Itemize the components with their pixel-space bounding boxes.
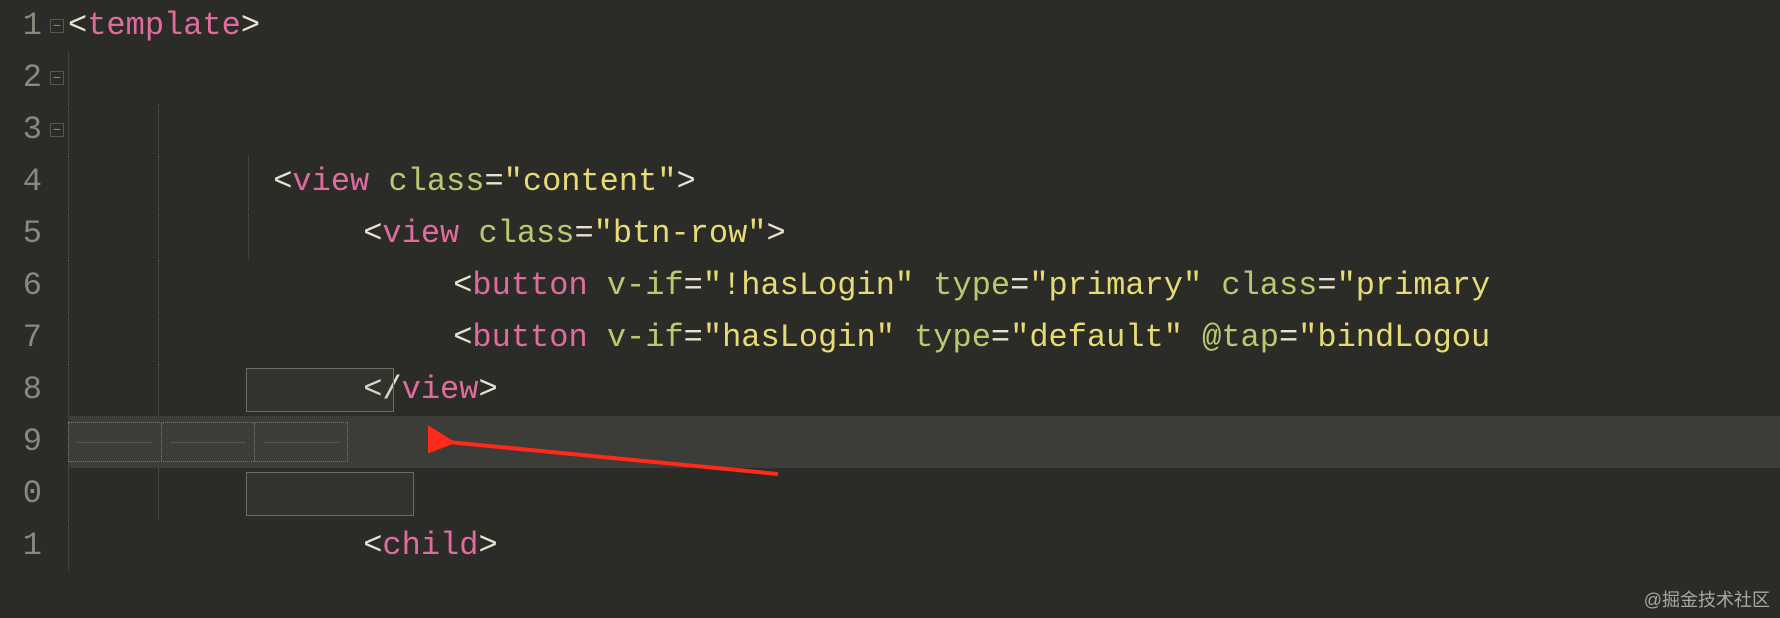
whitespace-indicator <box>68 422 348 462</box>
code-line[interactable]: <button v-if="hasLogin" type="default" @… <box>68 208 1780 260</box>
line-number: 7 <box>0 312 42 364</box>
code-editor[interactable]: 1 2 3 4 5 6 7 8 9 0 1 − − − <template> <… <box>0 0 1780 618</box>
code-line[interactable]: <template> <box>68 0 1780 52</box>
tag-match-highlight <box>246 472 414 516</box>
code-line[interactable]: </child> <box>68 468 1780 520</box>
line-number: 2 <box>0 52 42 104</box>
code-area[interactable]: <template> <view class="content"> <view … <box>68 0 1780 618</box>
bracket: < <box>68 7 87 44</box>
code-line[interactable]: <view class="content"> <box>68 52 1780 104</box>
code-line[interactable]: <child> <box>68 364 1780 416</box>
code-line[interactable]: <button v-if="!hasLogin" type="primary" … <box>68 156 1780 208</box>
line-number: 0 <box>0 468 42 520</box>
code-line[interactable] <box>68 312 1780 364</box>
code-line-current[interactable] <box>68 416 1780 468</box>
line-number: 1 <box>0 0 42 52</box>
line-number-gutter: 1 2 3 4 5 6 7 8 9 0 1 <box>0 0 48 618</box>
line-number: 4 <box>0 156 42 208</box>
fold-toggle-icon[interactable]: − <box>50 71 64 85</box>
tag-match-highlight <box>246 368 394 412</box>
line-number: 6 <box>0 260 42 312</box>
tag-name: template <box>87 7 241 44</box>
code-line[interactable]: <view class="btn-row"> <box>68 104 1780 156</box>
line-number: 1 <box>0 520 42 572</box>
code-line[interactable]: </view> <box>68 520 1780 572</box>
fold-toggle-icon[interactable]: − <box>50 123 64 137</box>
line-number: 9 <box>0 416 42 468</box>
fold-toggle-icon[interactable]: − <box>50 19 64 33</box>
line-number: 8 <box>0 364 42 416</box>
bracket: > <box>241 7 260 44</box>
code-line[interactable]: </view> <box>68 260 1780 312</box>
fold-column: − − − <box>48 0 68 618</box>
line-number: 3 <box>0 104 42 156</box>
watermark-text: @掘金技术社区 <box>1644 586 1770 612</box>
line-number: 5 <box>0 208 42 260</box>
